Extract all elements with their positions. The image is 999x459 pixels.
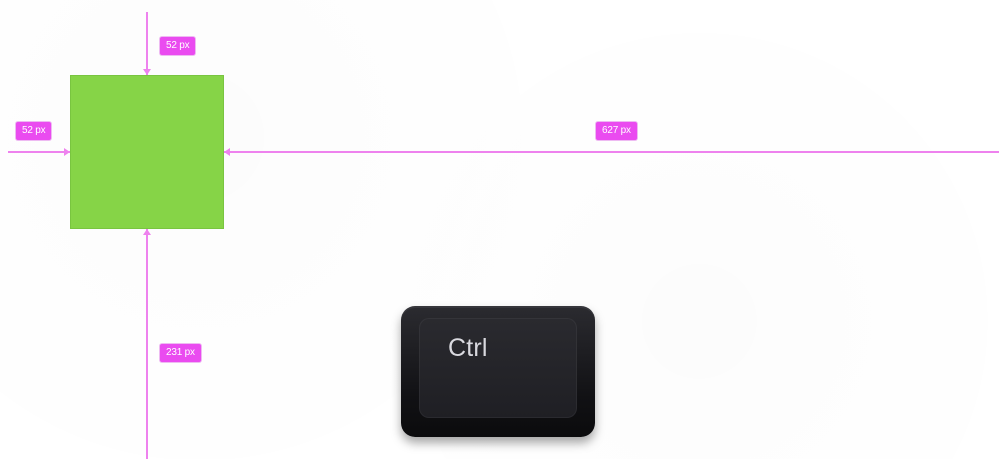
green-square [70, 75, 224, 229]
vertical-guide-bottom [146, 229, 148, 459]
right-measurement-label: 627 px [596, 122, 637, 140]
top-measurement-label: 52 px [160, 37, 196, 55]
arrow-up-icon [143, 229, 151, 235]
arrow-left-icon [224, 148, 230, 156]
ctrl-key-label: Ctrl [448, 334, 488, 362]
horizontal-guide-right [224, 151, 999, 153]
vertical-guide-top [146, 12, 148, 75]
canvas: 52 px 52 px 627 px 231 px Ctrl [0, 0, 999, 459]
bottom-measurement-label: 231 px [160, 344, 201, 362]
horizontal-guide-left [8, 151, 70, 153]
left-measurement-label: 52 px [16, 122, 52, 140]
ctrl-key[interactable]: Ctrl [401, 306, 595, 437]
ctrl-key-face: Ctrl [419, 318, 577, 418]
